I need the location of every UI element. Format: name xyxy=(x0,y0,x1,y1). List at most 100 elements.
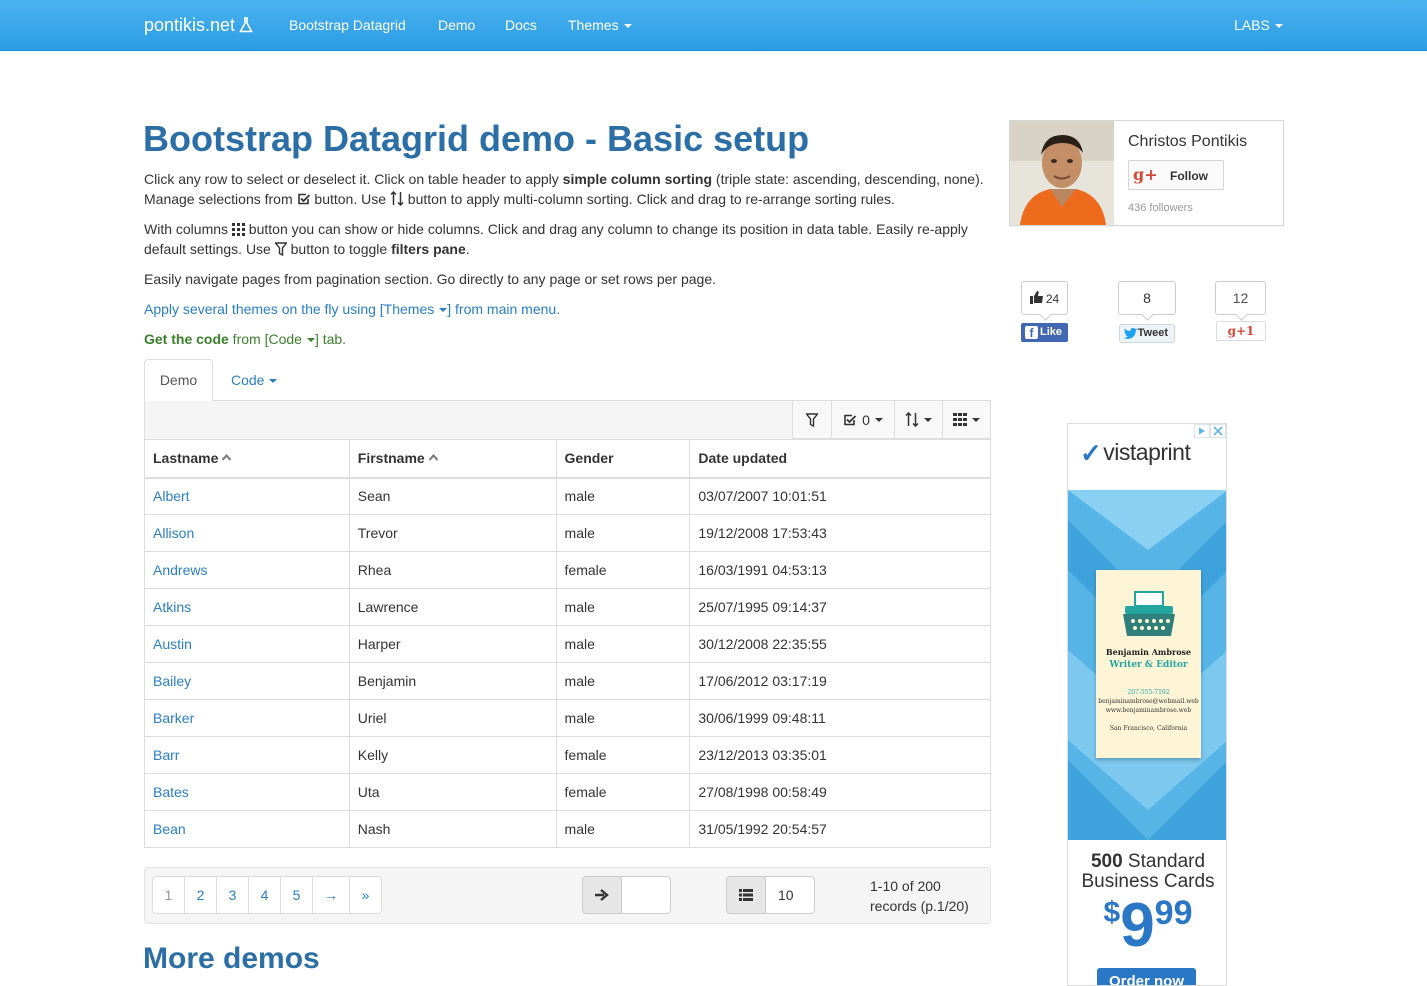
vistaprint-ad[interactable]: ✓vistaprint Benjamin Ambrose Writer & Ed… xyxy=(1067,423,1227,986)
cell-gender: female xyxy=(555,551,691,589)
sort-icon xyxy=(905,412,919,427)
cell-lastname: Bailey xyxy=(144,662,350,700)
tab-demo[interactable]: Demo xyxy=(144,359,213,401)
filters-toggle-button[interactable] xyxy=(792,401,832,439)
cell-date-updated: 16/03/1991 04:53:13 xyxy=(689,551,991,589)
column-header-gender[interactable]: Gender xyxy=(555,439,691,479)
nav-demo[interactable]: Demo xyxy=(438,17,475,33)
page-link[interactable]: 5 xyxy=(280,876,313,914)
sorting-button[interactable] xyxy=(894,401,943,439)
table-row[interactable]: Allison Trevor male 19/12/2008 17:53:43 xyxy=(144,514,991,552)
cell-firstname: Kelly xyxy=(348,736,557,774)
lastname-link[interactable]: Andrews xyxy=(153,562,207,578)
ad-offer-line1: Standard xyxy=(1122,851,1206,872)
column-header-date-updated[interactable]: Date updated xyxy=(689,439,991,479)
brand-link[interactable]: pontikis.net xyxy=(144,15,253,36)
table-row[interactable]: Bean Nash male 31/05/1992 20:54:57 xyxy=(144,810,991,848)
nav-bootstrap-datagrid[interactable]: Bootstrap Datagrid xyxy=(289,17,406,33)
ad-choices-icon[interactable] xyxy=(1194,424,1226,438)
lastname-link[interactable]: Bailey xyxy=(153,673,191,689)
tweet-label: Tweet xyxy=(1137,327,1168,339)
chevron-down-icon xyxy=(623,24,632,28)
page-current[interactable]: 1 xyxy=(152,876,185,914)
cell-firstname: Trevor xyxy=(348,514,557,552)
page-next-button[interactable]: → xyxy=(312,876,350,914)
selection-count: 0 xyxy=(862,411,870,428)
intro-paragraph-1: Click any row to select or deselect it. … xyxy=(144,169,1004,209)
table-row[interactable]: Bates Uta female 27/08/1998 00:58:49 xyxy=(144,773,991,811)
lastname-link[interactable]: Bean xyxy=(153,821,186,837)
ad-offer-count: 500 xyxy=(1090,851,1123,872)
rows-per-page-button[interactable] xyxy=(726,876,766,914)
table-row[interactable]: Andrews Rhea female 16/03/1991 04:53:13 xyxy=(144,551,991,589)
column-header-firstname[interactable]: Firstname xyxy=(348,439,557,479)
brand-name: pontikis.net xyxy=(144,15,236,35)
avatar[interactable] xyxy=(1010,121,1114,225)
lastname-link[interactable]: Albert xyxy=(153,488,190,504)
goto-page-button[interactable] xyxy=(582,876,622,914)
nav-labs-dropdown[interactable]: LABS xyxy=(1234,17,1283,33)
lastname-link[interactable]: Barr xyxy=(153,747,179,763)
table-row[interactable]: Barr Kelly female 23/12/2013 03:35:01 xyxy=(144,736,991,774)
tab-code[interactable]: Code xyxy=(231,372,278,388)
cell-gender: male xyxy=(555,699,691,737)
cell-gender: male xyxy=(555,810,691,848)
lastname-link[interactable]: Atkins xyxy=(153,599,191,615)
lastname-link[interactable]: Bates xyxy=(153,784,189,800)
nav-docs[interactable]: Docs xyxy=(505,17,537,33)
table-row[interactable]: Barker Uriel male 30/06/1999 09:48:11 xyxy=(144,699,991,737)
table-row[interactable]: Albert Sean male 03/07/2007 10:01:51 xyxy=(144,477,991,515)
columns-grid-icon xyxy=(231,223,245,236)
ad-card-city: San Francisco, California xyxy=(1109,725,1188,732)
table-row[interactable]: Bailey Benjamin male 17/06/2012 03:17:19 xyxy=(144,662,991,700)
cell-firstname: Uta xyxy=(348,773,557,811)
p2-text-c: button to toggle xyxy=(286,241,392,257)
gplus-profile-card: Christos Pontikis g+ Follow 436 follower… xyxy=(1009,120,1284,226)
page-link[interactable]: 2 xyxy=(184,876,217,914)
gplus-followers: 436 followers xyxy=(1128,202,1193,214)
thumbs-up-icon xyxy=(1029,291,1043,304)
table-row[interactable]: Atkins Lawrence male 25/07/1995 09:14:37 xyxy=(144,588,991,626)
ad-card-name: Benjamin Ambrose xyxy=(1105,647,1192,657)
tweet-button[interactable]: Tweet xyxy=(1119,324,1175,343)
intro-paragraph-3: Easily navigate pages from pagination se… xyxy=(144,271,716,287)
facebook-like-button[interactable]: f Like xyxy=(1021,323,1068,342)
facebook-icon: f xyxy=(1025,326,1038,340)
chevron-down-icon xyxy=(1274,24,1283,28)
check-square-icon xyxy=(844,414,857,425)
table-header-row: Lastname Firstname Gender Date updated xyxy=(144,439,991,479)
selection-button[interactable]: 0 xyxy=(831,401,895,439)
records-info: 1-10 of 200 records (p.1/20) xyxy=(870,876,980,916)
twitter-bird-icon xyxy=(1124,328,1137,339)
ad-order-now-button[interactable]: Order now xyxy=(1097,968,1196,985)
cell-lastname: Barker xyxy=(144,699,350,737)
goto-page-input[interactable] xyxy=(621,876,671,914)
nav-themes-dropdown[interactable]: Themes xyxy=(568,17,632,33)
page-link[interactable]: 3 xyxy=(216,876,249,914)
page-last-button[interactable]: » xyxy=(349,876,382,914)
cell-date-updated: 25/07/1995 09:14:37 xyxy=(689,588,991,626)
filter-icon xyxy=(274,242,287,256)
gplus-one-button[interactable]: g+1 xyxy=(1216,321,1266,341)
lastname-link[interactable]: Allison xyxy=(153,525,194,541)
lastname-link[interactable]: Barker xyxy=(153,710,194,726)
arrow-right-icon xyxy=(595,889,609,901)
cell-lastname: Andrews xyxy=(144,551,350,589)
tab-code-label: Code xyxy=(231,372,265,388)
lastname-link[interactable]: Austin xyxy=(153,636,192,652)
p5-text-b: ] tab. xyxy=(314,331,347,347)
gplus-icon: g+ xyxy=(1133,165,1158,184)
ad-card-web: www.benjaminambrose.web xyxy=(1105,707,1192,714)
cell-firstname: Nash xyxy=(348,810,557,848)
table-row[interactable]: Austin Harper male 30/12/2008 22:35:55 xyxy=(144,625,991,663)
columns-button[interactable] xyxy=(942,401,991,439)
p5-bold: Get the code xyxy=(144,331,229,347)
rows-per-page-input[interactable]: 10 xyxy=(765,876,815,914)
cell-lastname: Allison xyxy=(144,514,350,552)
data-table: Lastname Firstname Gender Date updated A… xyxy=(144,439,991,848)
cell-lastname: Atkins xyxy=(144,588,350,626)
page-link[interactable]: 4 xyxy=(248,876,281,914)
column-header-lastname[interactable]: Lastname xyxy=(144,439,350,479)
gplus-follow-button[interactable]: g+ Follow xyxy=(1128,160,1224,190)
check-square-icon xyxy=(297,193,310,205)
